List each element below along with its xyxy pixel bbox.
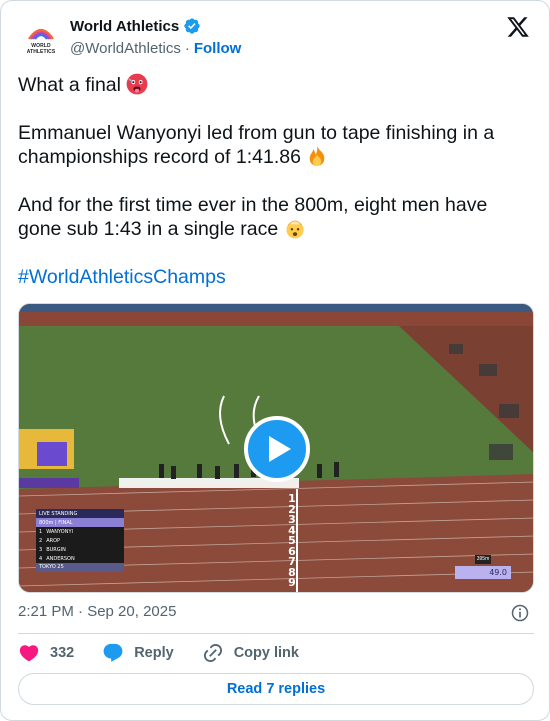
- copy-link-button[interactable]: Copy link: [202, 642, 299, 664]
- play-icon: [269, 436, 291, 462]
- overlay-row-pos: 4: [39, 555, 43, 562]
- action-bar: 332 Reply Copy link: [18, 642, 299, 664]
- overlay-row-pos: 3: [39, 546, 43, 553]
- author-display-name[interactable]: World Athletics: [70, 18, 179, 35]
- fire-emoji-icon: [310, 146, 325, 166]
- separator-dot: ·: [184, 40, 190, 57]
- finish-number: 9: [288, 576, 296, 589]
- tweet-para-2-text: Emmanuel Wanyonyi led from gun to tape f…: [18, 122, 495, 168]
- play-button[interactable]: [244, 416, 310, 482]
- overlay-row: 1 WANYONYI: [36, 527, 124, 536]
- avatar[interactable]: WORLD ATHLETICS: [20, 18, 62, 60]
- overlay-event: 800m | FINAL: [36, 518, 124, 527]
- verified-badge-icon: [184, 18, 200, 34]
- author-name-row: World Athletics: [70, 17, 201, 35]
- overlay-row: 3 BURGIN: [36, 545, 124, 554]
- overlay-row-pos: 2: [39, 537, 43, 544]
- author-handle-row: @WorldAthletics · Follow: [70, 40, 241, 57]
- overlay-row-name: ANDERSON: [46, 555, 75, 562]
- exploding-head-emoji-icon: [286, 220, 304, 239]
- tweet-paragraph-4: #WorldAthleticsChamps: [18, 265, 533, 289]
- tweet-timestamp[interactable]: 2:21 PM · Sep 20, 2025: [18, 603, 176, 620]
- follow-button[interactable]: Follow: [194, 40, 242, 57]
- overlay-footer: TOKYO 25: [36, 563, 124, 572]
- tweet-paragraph-1: What a final: [18, 73, 533, 97]
- overlay-row: 2 AROP: [36, 536, 124, 545]
- finish-numbers: 1 2 3 4 5 6 7 8 9: [285, 493, 299, 589]
- reply-button[interactable]: Reply: [102, 642, 174, 664]
- video-player[interactable]: LIVE STANDING 800m | FINAL 1 WANYONYI 2 …: [18, 303, 534, 593]
- avatar-text-2: ATHLETICS: [26, 49, 56, 55]
- overlay-row-name: BURGIN: [46, 546, 66, 553]
- tweet-paragraph-2: Emmanuel Wanyonyi led from gun to tape f…: [18, 121, 533, 169]
- tweet-text: What a final Emmanuel Wanyonyi led from …: [18, 73, 533, 289]
- x-logo-icon[interactable]: [506, 15, 530, 39]
- overlay-row-pos: 1: [39, 528, 43, 535]
- info-icon[interactable]: [510, 603, 530, 623]
- overlay-time: 49.0: [455, 566, 511, 579]
- link-icon: [203, 643, 222, 663]
- live-standings-overlay: LIVE STANDING 800m | FINAL 1 WANYONYI 2 …: [36, 509, 124, 572]
- author-handle[interactable]: @WorldAthletics: [70, 40, 181, 57]
- tweet-para-3-text: And for the first time ever in the 800m,…: [18, 194, 488, 240]
- divider: [18, 633, 534, 634]
- like-button[interactable]: 332: [18, 642, 74, 664]
- world-athletics-logo-icon: [28, 28, 54, 40]
- overlay-title: LIVE STANDING: [36, 509, 124, 518]
- read-replies-button[interactable]: Read 7 replies: [18, 673, 534, 705]
- tweet-line-1: What a final: [18, 74, 121, 96]
- overlay-row-name: WANYONYI: [46, 528, 74, 535]
- hot-face-emoji-icon: [127, 73, 148, 95]
- like-count: 332: [50, 645, 75, 661]
- overlay-distance: 395m: [475, 555, 491, 564]
- copy-link-label: Copy link: [233, 645, 299, 661]
- reply-bubble-icon: [103, 643, 123, 662]
- heart-icon: [19, 645, 39, 662]
- tweet-card: WORLD ATHLETICS World Athletics @WorldAt…: [0, 0, 550, 721]
- overlay-row-name: AROP: [46, 537, 61, 544]
- overlay-row: 4 ANDERSON: [36, 554, 124, 563]
- tweet-paragraph-3: And for the first time ever in the 800m,…: [18, 193, 533, 241]
- reply-label: Reply: [134, 645, 174, 661]
- hashtag-link[interactable]: #WorldAthleticsChamps: [18, 266, 226, 288]
